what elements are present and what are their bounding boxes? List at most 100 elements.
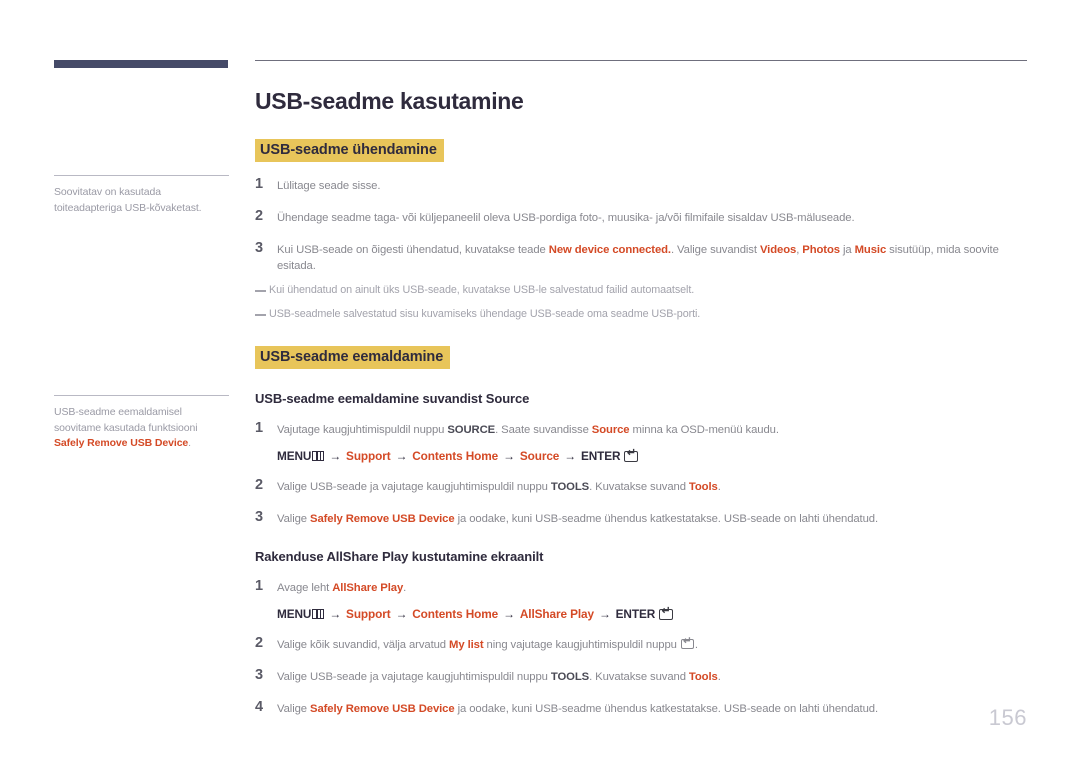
accent-term: Tools (688, 481, 718, 494)
step-item: 1 Lülitage seade sisse. (255, 177, 1027, 194)
step-text: . (694, 639, 698, 652)
menu-breadcrumb: MENU → Support → Contents Home → AllShare Play… (277, 606, 1027, 622)
menu-icon (312, 609, 325, 620)
step-text: . Valige suvandist (670, 244, 760, 257)
step-number: 3 (255, 240, 264, 257)
enter-key-icon (659, 606, 674, 620)
sidebar-note-1-text: Soovitatav on kasutada toiteadapteriga U… (54, 186, 202, 214)
sidebar-note-divider (54, 175, 229, 176)
accent-term: Source (591, 424, 630, 437)
breadcrumb-segment: Support (346, 449, 391, 464)
menu-breadcrumb: MENU → Support → Contents Home → Source → ENTER (277, 448, 1027, 464)
accent-term: Safely Remove USB Device (310, 513, 455, 526)
note-text: USB-seadmele salvestatud sisu kuvamiseks… (269, 308, 701, 321)
breadcrumb-segment: Source (519, 449, 560, 464)
sidebar-note-1: Soovitatav on kasutada toiteadapteriga U… (54, 175, 229, 216)
breadcrumb-segment: AllShare Play (519, 607, 594, 622)
step-number: 1 (255, 578, 264, 595)
step-text: Valige kõik suvandid, välja arvatud (277, 639, 450, 652)
step-body: Kui USB-seade on õigesti ühendatud, kuva… (277, 241, 1027, 274)
accent-term: AllShare Play (332, 582, 404, 595)
accent-term: Music (854, 244, 887, 257)
sidebar-note-2: USB-seadme eemaldamisel soovitame kasuta… (54, 395, 229, 452)
step-item: 2 Valige USB-seade ja vajutage kaugjuhtim… (255, 478, 1027, 495)
step-body: Valige Safely Remove USB Device ja oodak… (277, 510, 1027, 527)
step-body: Lülitage seade sisse. (277, 180, 381, 193)
steps-source: 1 Vajutage kaugjuhtimispuldil nuppu SOURC… (255, 421, 1027, 527)
step-text: ning vajutage kaugjuhtimispuldil nuppu (483, 639, 680, 652)
step-number: 2 (255, 208, 264, 225)
key-name: TOOLS (550, 481, 590, 494)
step-text: Valige (277, 703, 311, 716)
step-text: . (717, 481, 721, 494)
step-text: Valige USB-seade ja vajutage kaugjuhtimi… (277, 481, 551, 494)
arrow-right-icon: → (564, 449, 576, 464)
step-item: 3 Valige Safely Remove USB Device ja ooda… (255, 510, 1027, 527)
arrow-right-icon: → (395, 607, 408, 622)
step-text: . (403, 582, 407, 595)
step-text: ja oodake, kuni USB-seadme ühendus katke… (454, 513, 879, 526)
step-number: 2 (255, 477, 264, 494)
step-text: Vajutage kaugjuhtimispuldil nuppu (277, 424, 448, 437)
note-item: Kui ühendatud on ainult üks USB-seade, k… (255, 283, 1027, 298)
step-text: Valige (277, 513, 311, 526)
arrow-right-icon: → (395, 449, 408, 464)
step-number: 1 (255, 420, 264, 437)
step-text: . (717, 671, 721, 684)
page-number: 156 (988, 705, 1027, 730)
step-item: 1 Vajutage kaugjuhtimispuldil nuppu SOURC… (255, 421, 1027, 438)
step-item: 1 Avage leht AllShare Play. (255, 579, 1027, 596)
step-text: Valige USB-seade ja vajutage kaugjuhtimi… (277, 671, 551, 684)
sidebar-note-2-suffix: . (188, 437, 191, 449)
main-content: USB-seadme kasutamine USB-seadme ühendam… (255, 60, 1027, 717)
step-item: 2 Ühendage seadme taga- või küljepaneelil… (255, 209, 1027, 226)
key-name: SOURCE (447, 424, 496, 437)
sidebar-note-2-accent: Safely Remove USB Device (54, 437, 189, 449)
sidebar-note-2-text: USB-seadme eemaldamisel soovitame kasuta… (54, 405, 229, 452)
steps-connect: 1 Lülitage seade sisse. 2 Ühendage seadme t… (255, 177, 1027, 274)
step-body: Valige Safely Remove USB Device ja oodak… (277, 700, 1027, 717)
menu-label: MENU (277, 449, 312, 464)
step-body: Ühendage seadme taga- või küljepaneelil … (277, 212, 855, 225)
arrow-right-icon: → (503, 449, 515, 464)
notes-connect: Kui ühendatud on ainult üks USB-seade, k… (255, 283, 1027, 322)
step-number: 4 (255, 699, 264, 716)
arrow-right-icon: → (329, 607, 342, 622)
step-item: 3 Kui USB-seade on õigesti ühendatud, kuv… (255, 241, 1027, 274)
sidebar: Soovitatav on kasutada toiteadapteriga U… (54, 60, 229, 449)
breadcrumb-segment: Support (346, 607, 391, 622)
enter-label: ENTER (615, 607, 656, 622)
accent-term: Photos (802, 244, 840, 257)
section-heading-remove: USB-seadme eemaldamine (255, 346, 451, 370)
step-body: Valige USB-seade ja vajutage kaugjuhtimi… (277, 668, 1027, 685)
step-body: Avage leht AllShare Play. (277, 579, 1027, 596)
step-text: Avage leht (277, 582, 333, 595)
dash-marker-icon (255, 290, 266, 292)
accent-term: Safely Remove USB Device (310, 703, 455, 716)
step-text: minna ka OSD-menüü kaudu. (629, 424, 779, 437)
step-number: 2 (255, 635, 264, 652)
subsection-title-source: USB-seadme eemaldamine suvandist Source (255, 391, 530, 407)
menu-icon (312, 451, 325, 462)
step-number: 3 (255, 667, 264, 684)
step-body: Valige kõik suvandid, välja arvatud My l… (277, 636, 1027, 653)
step-text: Kui USB-seade on õigesti ühendatud, kuva… (277, 244, 549, 257)
menu-label: MENU (277, 607, 312, 622)
subsection-title-allshare: Rakenduse AllShare Play kustutamine ekra… (255, 549, 544, 565)
step-item: 2 Valige kõik suvandid, välja arvatud My … (255, 636, 1027, 653)
enter-key-icon (680, 636, 694, 650)
step-item: 3 Valige USB-seade ja vajutage kaugjuhtim… (255, 668, 1027, 685)
step-text: . Kuvatakse suvand (589, 671, 689, 684)
section-remove: USB-seadme eemaldamine USB-seadme eemald… (255, 322, 1027, 717)
step-body: Vajutage kaugjuhtimispuldil nuppu SOURCE… (277, 421, 1027, 438)
manual-page: Soovitatav on kasutada toiteadapteriga U… (0, 0, 1080, 763)
breadcrumb-segment: Contents Home (412, 449, 499, 464)
accent-term: Tools (688, 671, 718, 684)
page-title: USB-seadme kasutamine (255, 88, 524, 115)
step-text: ja (839, 244, 855, 257)
accent-term: My list (449, 639, 484, 652)
section-connect: USB-seadme ühendamine 1 Lülitage seade si… (255, 115, 1027, 322)
sidebar-note-divider (54, 395, 229, 396)
breadcrumb-segment: Contents Home (412, 607, 499, 622)
arrow-right-icon: → (503, 607, 515, 622)
